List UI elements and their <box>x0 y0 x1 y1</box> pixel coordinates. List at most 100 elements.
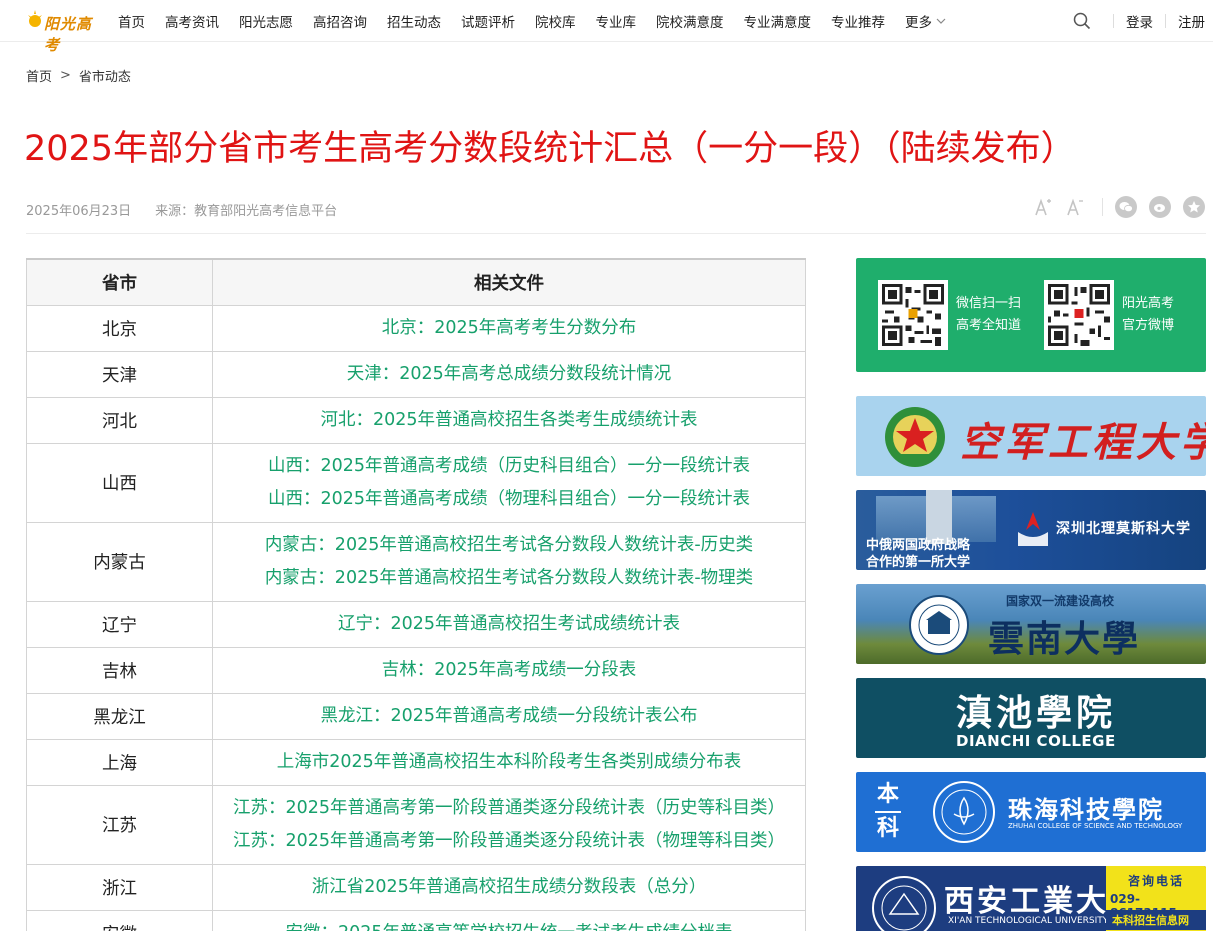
table-row: 上海 上海市2025年普通高校招生本科阶段考生各类别成绩分布表 <box>26 738 806 786</box>
nav-item-major-satisfaction[interactable]: 专业满意度 <box>744 11 812 31</box>
ad-banner-airforce-engineering-university[interactable]: 空军工程大学 <box>856 396 1206 476</box>
table-row: 北京 北京：2025年高考考生分数分布 <box>26 304 806 352</box>
file-link[interactable]: 上海市2025年普通高校招生本科阶段考生各类别成绩分布表 <box>213 746 805 779</box>
province-cell: 江苏 <box>26 784 213 865</box>
nav-item-consult[interactable]: 高招咨询 <box>313 11 367 31</box>
register-link[interactable]: 注册 <box>1166 11 1213 31</box>
table-row: 吉林 吉林：2025年高考成绩一分段表 <box>26 646 806 694</box>
contact-panel: 咨询电话 029-86173115 本科招生信息网 <box>1106 866 1206 931</box>
province-cell: 河北 <box>26 396 213 444</box>
province-cell: 辽宁 <box>26 600 213 648</box>
ad-english-name: XI'AN TECHNOLOGICAL UNIVERSITY <box>948 916 1109 926</box>
nav-item-major-db[interactable]: 专业库 <box>596 11 637 31</box>
file-link[interactable]: 江苏：2025年普通高考第一阶段普通类逐分段统计表（历史等科目类） <box>213 792 805 825</box>
files-cell: 北京：2025年高考考生分数分布 <box>212 304 806 352</box>
table-row: 辽宁 辽宁：2025年普通高校招生考试成绩统计表 <box>26 600 806 648</box>
province-cell: 北京 <box>26 304 213 352</box>
nav-item-home[interactable]: 首页 <box>118 11 145 31</box>
main-nav: 首页 高考资讯 阳光志愿 高招咨询 招生动态 试题评析 院校库 专业库 院校满意… <box>118 0 966 42</box>
ad-banner-shenzhen-msu-bit-university[interactable]: 中俄两国政府战略 合作的第一所大学 深圳北理莫斯科大学 <box>856 490 1206 570</box>
province-cell: 吉林 <box>26 646 213 694</box>
file-link[interactable]: 内蒙古：2025年普通高校招生考试各分数段人数统计表-物理类 <box>213 562 805 595</box>
breadcrumb-home[interactable]: 首页 <box>26 66 52 85</box>
page-title: 2025年部分省市考生高考分数段统计汇总（一分一段）（陆续发布） <box>24 129 1076 169</box>
university-seal-icon <box>872 876 936 931</box>
font-increase-icon[interactable] <box>1032 196 1054 218</box>
qr-caption-line: 高考全知道 <box>956 318 1022 333</box>
nav-item-admission-news[interactable]: 招生动态 <box>387 11 441 31</box>
file-link[interactable]: 北京：2025年高考考生分数分布 <box>213 312 805 345</box>
nav-item-major-recommend[interactable]: 专业推荐 <box>831 11 885 31</box>
file-link[interactable]: 河北：2025年普通高校招生各类考生成绩统计表 <box>213 404 805 437</box>
wechat-qr-caption: 微信扫一扫 高考全知道 <box>956 293 1021 337</box>
university-logo-icon <box>1018 512 1048 546</box>
files-cell: 内蒙古：2025年普通高校招生考试各分数段人数统计表-历史类 内蒙古：2025年… <box>212 521 806 602</box>
file-link[interactable]: 安徽：2025年普通高等学校招生统一考试考生成绩分档表 <box>213 917 805 931</box>
article-source: 来源：教育部阳光高考信息平台 <box>155 204 338 219</box>
university-emblem-icon <box>885 407 945 467</box>
nav-item-school-db[interactable]: 院校库 <box>535 11 576 31</box>
file-link[interactable]: 山西：2025年普通高考成绩（物理科目组合）一分一段统计表 <box>213 483 805 516</box>
ad-banner-zhuhai-college-of-science-and-technology[interactable]: 本 科 珠海科技學院 ZHUHAI COLLEGE OF SCIENCE AND… <box>856 772 1206 852</box>
province-cell: 安徽 <box>26 909 213 931</box>
login-link[interactable]: 登录 <box>1114 11 1165 31</box>
ad-slogan-line-2: 合作的第一所大学 <box>866 555 971 570</box>
nav-item-exam-review[interactable]: 试题评析 <box>461 11 515 31</box>
badge-char: 本 <box>876 782 899 807</box>
breadcrumb-current[interactable]: 省市动态 <box>79 66 131 85</box>
file-link[interactable]: 江苏：2025年普通高考第一阶段普通类逐分段统计表（物理等科目类） <box>213 825 805 858</box>
nav-item-school-satisfaction[interactable]: 院校满意度 <box>656 11 724 31</box>
province-cell: 浙江 <box>26 863 213 911</box>
weibo-qr-caption: 阳光高考 官方微博 <box>1122 293 1174 337</box>
nav-item-news[interactable]: 高考资讯 <box>165 11 219 31</box>
ad-banner-yunnan-university[interactable]: 国家双一流建设高校 雲南大學 <box>856 584 1206 664</box>
table-row: 浙江 浙江省2025年普通高校招生成绩分数段表（总分） <box>26 863 806 911</box>
nav-item-more[interactable]: 更多 <box>905 11 946 31</box>
table-row: 河北 河北：2025年普通高校招生各类考生成绩统计表 <box>26 396 806 444</box>
top-navbar: 阳光高考 首页 高考资讯 阳光志愿 高招咨询 招生动态 试题评析 院校库 专业库… <box>0 0 1213 54</box>
logo-text: 阳光高考 <box>44 15 93 54</box>
table-row: 内蒙古 内蒙古：2025年普通高校招生考试各分数段人数统计表-历史类 内蒙古：2… <box>26 521 806 602</box>
table-row: 天津 天津：2025年高考总成绩分数段统计情况 <box>26 350 806 398</box>
chevron-down-icon <box>936 18 946 24</box>
nav-more-label: 更多 <box>905 15 932 31</box>
favorite-star-icon[interactable] <box>1183 196 1205 218</box>
file-link[interactable]: 山西：2025年普通高考成绩（历史科目组合）一分一段统计表 <box>213 450 805 483</box>
phone-label: 咨询电话 <box>1128 874 1185 888</box>
qr-caption-line: 阳光高考 <box>1122 296 1175 311</box>
nav-item-volunteer[interactable]: 阳光志愿 <box>239 11 293 31</box>
qr-code-panel: 微信扫一扫 高考全知道 阳光高考 官方微博 <box>856 258 1206 372</box>
files-cell: 吉林：2025年高考成绩一分段表 <box>212 646 806 694</box>
file-link[interactable]: 天津：2025年高考总成绩分数段统计情况 <box>213 358 805 391</box>
badge-char: 科 <box>876 816 899 841</box>
wechat-share-icon[interactable] <box>1115 196 1137 218</box>
file-link[interactable]: 浙江省2025年普通高校招生成绩分数段表（总分） <box>213 871 805 904</box>
files-cell: 江苏：2025年普通高考第一阶段普通类逐分段统计表（历史等科目类） 江苏：202… <box>212 784 806 865</box>
file-link[interactable]: 吉林：2025年高考成绩一分段表 <box>213 654 805 687</box>
province-cell: 山西 <box>26 442 213 523</box>
files-cell: 上海市2025年普通高校招生本科阶段考生各类别成绩分布表 <box>212 738 806 786</box>
file-link[interactable]: 辽宁：2025年普通高校招生考试成绩统计表 <box>213 608 805 641</box>
score-distribution-table: 省市 相关文件 北京 北京：2025年高考考生分数分布 天津 天津：2025年高… <box>26 258 806 931</box>
table-row: 黑龙江 黑龙江：2025年普通高考成绩一分段统计表公布 <box>26 692 806 740</box>
badge-divider <box>875 811 901 813</box>
ad-university-name: 滇池學院 <box>956 692 1117 734</box>
files-cell: 天津：2025年高考总成绩分数段统计情况 <box>212 350 806 398</box>
file-link[interactable]: 黑龙江：2025年普通高考成绩一分段统计表公布 <box>213 700 805 733</box>
breadcrumb: 首页 > 省市动态 <box>26 66 131 85</box>
search-icon[interactable] <box>1073 12 1091 30</box>
province-cell: 上海 <box>26 738 213 786</box>
ad-banner-dianchi-college[interactable]: 滇池學院 DIANCHI COLLEGE <box>856 678 1206 758</box>
files-cell: 河北：2025年普通高校招生各类考生成绩统计表 <box>212 396 806 444</box>
ad-university-name: 珠海科技學院 <box>1008 795 1164 824</box>
font-decrease-icon[interactable] <box>1064 196 1086 218</box>
files-cell: 辽宁：2025年普通高校招生考试成绩统计表 <box>212 600 806 648</box>
ad-banner-xian-technological-university[interactable]: 西安工業大學 XI'AN TECHNOLOGICAL UNIVERSITY 咨询… <box>856 866 1206 931</box>
table-row: 安徽 安徽：2025年普通高等学校招生统一考试考生成绩分档表 <box>26 909 806 931</box>
wechat-qr-code <box>878 280 948 350</box>
table-header-row: 省市 相关文件 <box>26 258 806 306</box>
file-link[interactable]: 内蒙古：2025年普通高校招生考试各分数段人数统计表-历史类 <box>213 529 805 562</box>
site-logo[interactable]: 阳光高考 <box>26 6 104 54</box>
meta-divider <box>26 233 1206 234</box>
weibo-share-icon[interactable] <box>1149 196 1171 218</box>
